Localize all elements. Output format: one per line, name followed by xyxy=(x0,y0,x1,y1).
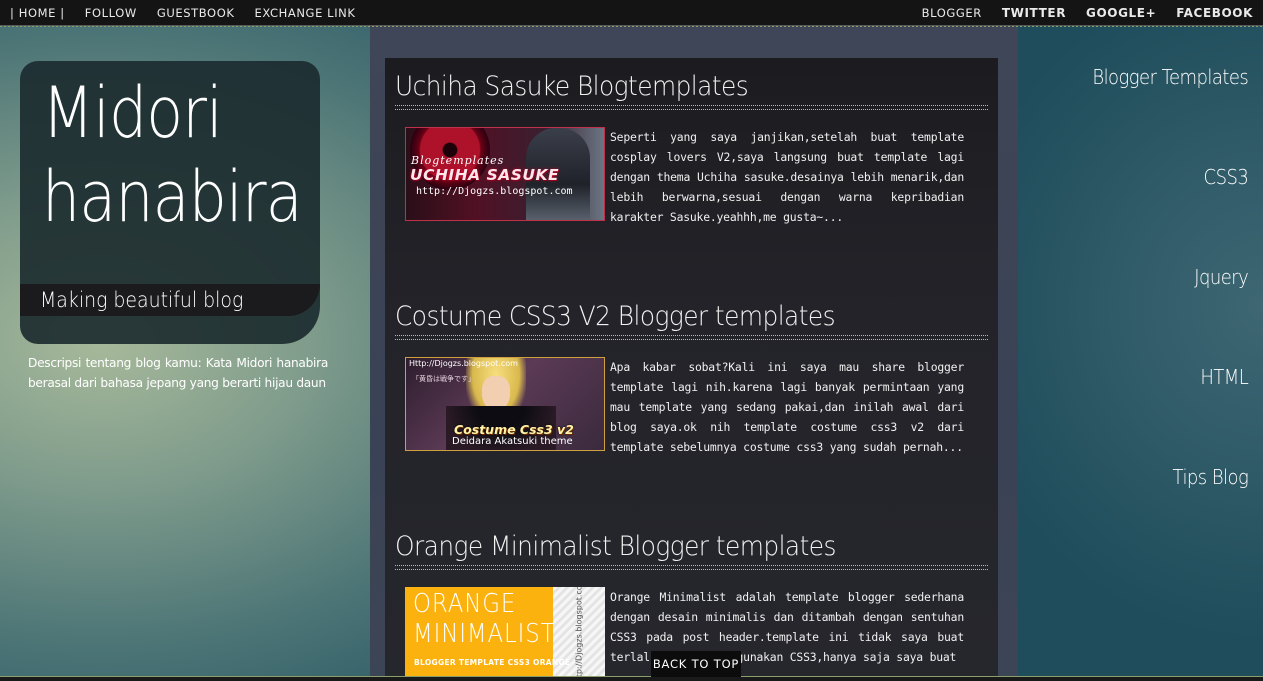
post-body: Http://Djogzs.blogspot.com 「黄昏は戦争です」 Cos… xyxy=(395,357,988,457)
post-title-divider xyxy=(395,105,988,110)
thumb-word-2: MINIMALIST xyxy=(413,619,556,649)
post-thumbnail[interactable]: Blogtemplates UCHIHA SASUKE http://Djogz… xyxy=(405,127,605,221)
post-list: Uchiha Sasuke Blogtemplates Blogtemplate… xyxy=(385,58,998,681)
site-tagline: Making beautiful blog xyxy=(40,288,244,312)
nav-facebook-link[interactable]: FACEBOOK xyxy=(1176,6,1253,20)
nav-googleplus-link[interactable]: GOOGLE+ xyxy=(1086,6,1156,20)
thumb-word-1: ORANGE xyxy=(413,589,517,619)
nav-blogger-link[interactable]: BLOGGER xyxy=(922,6,982,20)
nav-right: BLOGGER TWITTER GOOGLE+ FACEBOOK xyxy=(902,0,1253,26)
nav-guestbook-link[interactable]: GUESTBOOK xyxy=(157,6,235,20)
nav-twitter-link[interactable]: TWITTER xyxy=(1002,6,1066,20)
thumb-url: http://Djogzs.blogspot.com xyxy=(416,186,573,197)
post-title[interactable]: Costume CSS3 V2 Blogger templates xyxy=(395,300,941,334)
post-title-divider xyxy=(395,565,988,570)
nav-home-link[interactable]: | HOME | xyxy=(10,6,65,20)
site-title-line2: hanabira xyxy=(42,156,303,238)
post-title-divider xyxy=(395,335,988,340)
nav-left: | HOME | FOLLOW GUESTBOOK EXCHANGE LINK xyxy=(10,0,376,26)
character-face xyxy=(482,376,510,410)
label-menu: Blogger Templates CSS3 Jquery HTML Tips … xyxy=(1075,58,1248,558)
post-item: Costume CSS3 V2 Blogger templates Http:/… xyxy=(395,300,988,457)
post-thumbnail[interactable]: http://Djogzs.blogspot.com ORANGE MINIMA… xyxy=(405,587,605,681)
thumb-title: Costume Css3 v2 xyxy=(454,422,574,437)
tagline-bar: Making beautiful blog xyxy=(20,284,320,316)
menu-item-css3[interactable]: CSS3 xyxy=(1092,158,1248,258)
thumb-vertical-url: http://Djogzs.blogspot.com xyxy=(574,587,584,681)
top-navbar: | HOME | FOLLOW GUESTBOOK EXCHANGE LINK … xyxy=(0,0,1263,27)
menu-item-jquery[interactable]: Jquery xyxy=(1092,258,1249,358)
post-thumbnail[interactable]: Http://Djogzs.blogspot.com 「黄昏は戦争です」 Cos… xyxy=(405,357,605,451)
menu-item-html[interactable]: HTML xyxy=(1092,358,1248,458)
post-body: Blogtemplates UCHIHA SASUKE http://Djogz… xyxy=(395,127,988,227)
post-title[interactable]: Uchiha Sasuke Blogtemplates xyxy=(395,70,941,104)
post-summary: Apa kabar sobat?Kali ini saya mau share … xyxy=(610,360,964,454)
bottom-bar xyxy=(0,676,1263,681)
site-title[interactable]: Midori hanabira xyxy=(42,71,303,239)
thumb-url: Http://Djogzs.blogspot.com xyxy=(409,359,518,368)
thumb-subtitle: Deidara Akatsuki theme xyxy=(452,436,573,447)
thumb-caption: BLOGGER TEMPLATE CSS3 ORANGE xyxy=(414,658,571,667)
back-to-top-button[interactable]: BACK TO TOP xyxy=(651,651,741,677)
post-title[interactable]: Orange Minimalist Blogger templates xyxy=(395,530,941,564)
nav-exchange-link[interactable]: EXCHANGE LINK xyxy=(255,6,356,20)
thumb-title: UCHIHA SASUKE xyxy=(410,166,560,184)
post-item: Uchiha Sasuke Blogtemplates Blogtemplate… xyxy=(395,70,988,227)
menu-item-blogger-templates[interactable]: Blogger Templates xyxy=(1092,58,1248,158)
thumb-japanese-text: 「黄昏は戦争です」 xyxy=(412,375,475,383)
site-title-line1: Midori xyxy=(42,72,223,154)
nav-follow-link[interactable]: FOLLOW xyxy=(85,6,137,20)
post-summary: Seperti yang saya janjikan,setelah buat … xyxy=(610,130,964,224)
menu-item-tips-blog[interactable]: Tips Blog xyxy=(1092,458,1248,558)
blog-description: Descripsi tentang blog kamu: Kata Midori… xyxy=(28,356,328,390)
